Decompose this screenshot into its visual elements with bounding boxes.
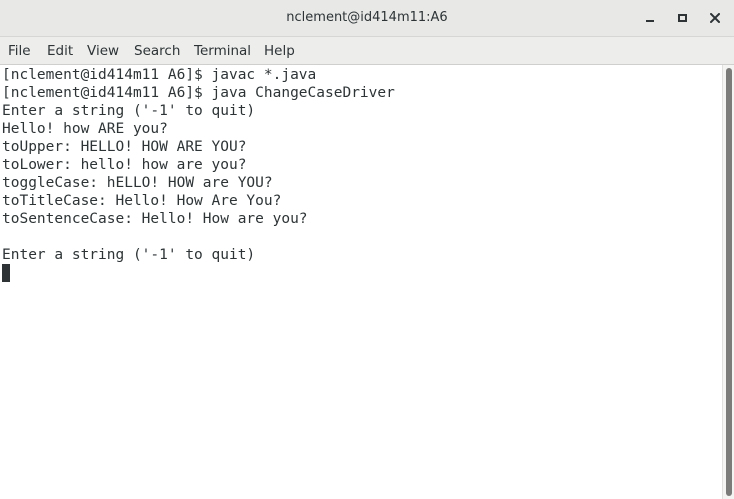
menu-search[interactable]: Search bbox=[134, 43, 180, 59]
text-cursor bbox=[2, 264, 10, 282]
menu-bar: File Edit View Search Terminal Help bbox=[0, 37, 734, 65]
minimize-button[interactable] bbox=[641, 9, 659, 27]
menu-edit[interactable]: Edit bbox=[47, 43, 73, 59]
terminal-output[interactable]: [nclement@id414m11 A6]$ javac *.java [nc… bbox=[0, 65, 722, 499]
terminal-line: Hello! how ARE you? bbox=[2, 121, 168, 137]
maximize-icon bbox=[677, 14, 687, 22]
terminal-line: toggleCase: hELLO! HOW are YOU? bbox=[2, 175, 273, 191]
menu-help[interactable]: Help bbox=[264, 43, 295, 59]
terminal-line: toLower: hello! how are you? bbox=[2, 157, 247, 173]
title-bar[interactable]: nclement@id414m11:A6 bbox=[0, 0, 734, 37]
terminal-line: [nclement@id414m11 A6]$ java ChangeCaseD… bbox=[2, 85, 395, 101]
scrollbar[interactable] bbox=[722, 65, 734, 499]
window-title: nclement@id414m11:A6 bbox=[286, 10, 448, 25]
terminal-line: toTitleCase: Hello! How Are You? bbox=[2, 193, 282, 209]
terminal-line: [nclement@id414m11 A6]$ javac *.java bbox=[2, 67, 317, 83]
terminal-line: toSentenceCase: Hello! How are you? bbox=[2, 211, 308, 227]
menu-view[interactable]: View bbox=[87, 43, 119, 59]
menu-file[interactable]: File bbox=[8, 43, 31, 59]
terminal-line: Enter a string ('-1' to quit) bbox=[2, 103, 256, 119]
scrollbar-thumb[interactable] bbox=[726, 68, 732, 496]
terminal-line: Enter a string ('-1' to quit) bbox=[2, 247, 256, 263]
maximize-button[interactable] bbox=[673, 9, 691, 27]
close-icon bbox=[710, 13, 720, 23]
menu-terminal[interactable]: Terminal bbox=[194, 43, 251, 59]
minimize-icon bbox=[646, 20, 654, 22]
terminal-line: toUpper: HELLO! HOW ARE YOU? bbox=[2, 139, 247, 155]
close-button[interactable] bbox=[706, 9, 724, 27]
